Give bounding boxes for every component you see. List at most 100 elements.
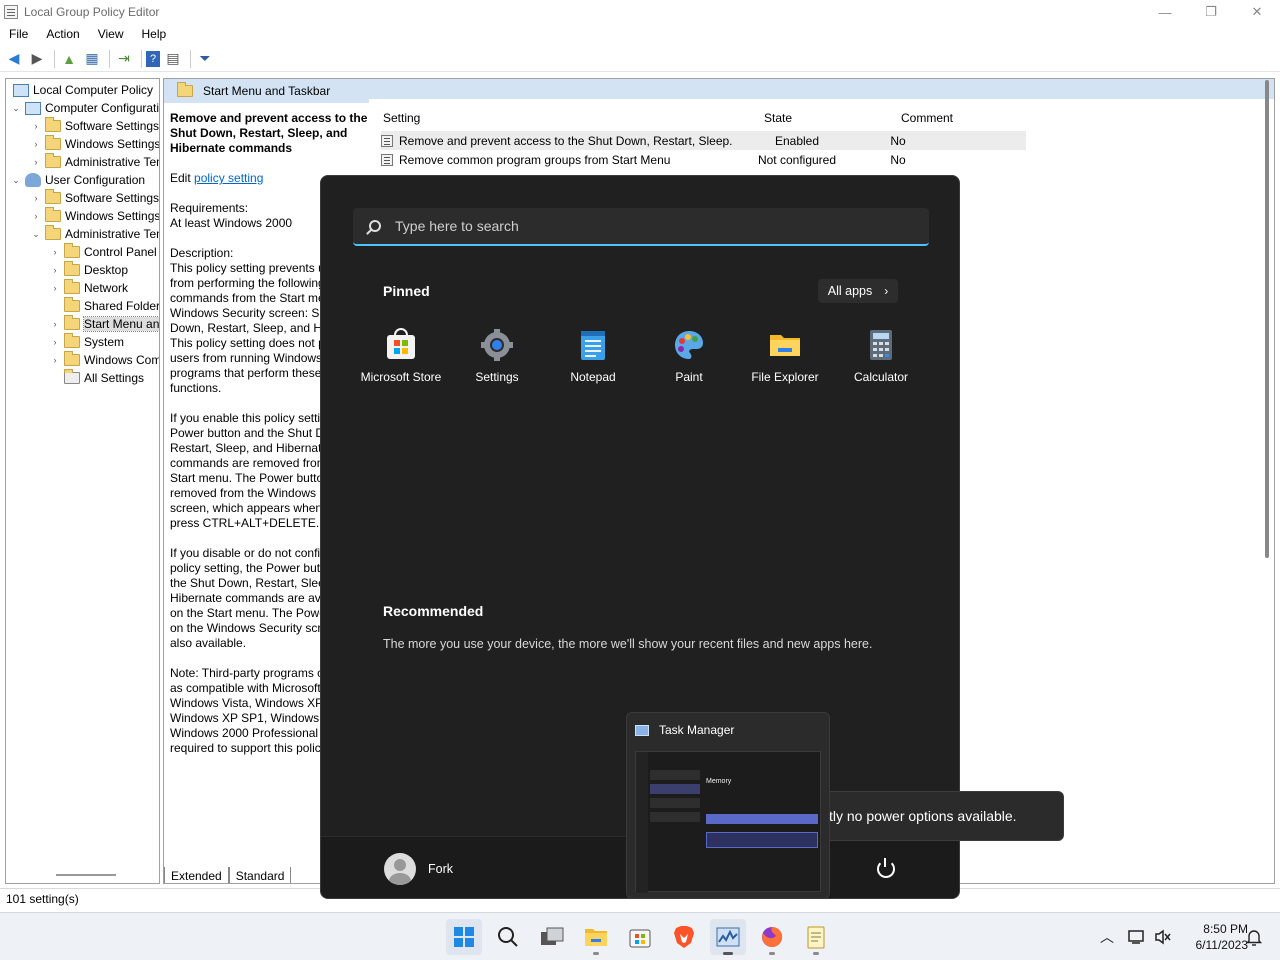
tree-horizontal-scrollbar[interactable]	[56, 874, 116, 876]
tree-item-all-settings[interactable]: All Settings	[49, 369, 144, 387]
policy-setting-icon	[381, 153, 393, 166]
back-arrow-icon[interactable]: ◀	[4, 49, 24, 69]
column-setting[interactable]: Setting	[383, 107, 420, 129]
column-state[interactable]: State	[764, 107, 792, 129]
view-tabs: Extended Standard	[164, 867, 292, 883]
user-avatar[interactable]	[384, 853, 416, 885]
edit-policy-link[interactable]: policy setting	[194, 171, 263, 185]
all-apps-button[interactable]: All apps ›	[818, 279, 898, 303]
pane-header: Start Menu and Taskbar	[164, 79, 369, 103]
tree-item-local-computer-policy[interactable]: Local Computer Policy	[10, 81, 153, 99]
start-search-box[interactable]: Type here to search	[353, 208, 929, 246]
filter-icon[interactable]: ⏷	[195, 49, 215, 69]
task-view-button[interactable]	[534, 919, 570, 955]
up-folder-icon[interactable]: ▲	[59, 49, 79, 69]
menu-file[interactable]: File	[0, 27, 37, 41]
clock-time: 8:50 PM	[1203, 922, 1248, 936]
tree-item-desktop[interactable]: › Desktop	[49, 261, 128, 279]
taskbar-microsoft-store[interactable]	[622, 919, 658, 955]
start-button[interactable]	[446, 919, 482, 955]
taskbar-firefox[interactable]	[754, 919, 790, 955]
taskbar: ︿ 8:50 PM 6/11/2023	[0, 912, 1280, 960]
taskbar-search-button[interactable]	[490, 919, 526, 955]
firefox-icon	[762, 926, 783, 947]
pinned-app-paint[interactable]: Paint	[641, 328, 737, 398]
tab-extended[interactable]: Extended	[164, 867, 229, 883]
folder-icon	[768, 328, 802, 362]
pane-header-band	[369, 79, 1274, 99]
user-name[interactable]: Fork	[428, 862, 453, 876]
taskbar-file-explorer[interactable]	[578, 919, 614, 955]
tree-item-control-panel[interactable]: › Control Panel	[49, 243, 157, 261]
properties-icon[interactable]: ▤	[163, 49, 183, 69]
chevron-right-icon[interactable]: ›	[30, 193, 42, 203]
table-row[interactable]: Remove and prevent access to the Shut Do…	[381, 131, 1026, 150]
chevron-right-icon[interactable]: ›	[49, 247, 61, 257]
details-vertical-scrollbar[interactable]	[1265, 80, 1269, 558]
app-label: Notepad	[570, 370, 616, 384]
table-row[interactable]: Remove common program groups from Start …	[381, 150, 1026, 169]
pinned-app-microsoft-store[interactable]: Microsoft Store	[353, 328, 449, 398]
clock[interactable]: 8:50 PM 6/11/2023	[1178, 921, 1249, 953]
tree-item-user-windows-settings[interactable]: › Windows Settings	[30, 207, 159, 225]
minimize-button[interactable]: —	[1142, 0, 1188, 24]
thumb-memory-bar	[706, 814, 818, 824]
tree-item-network[interactable]: › Network	[49, 279, 128, 297]
close-button[interactable]: ✕	[1234, 0, 1280, 24]
chevron-right-icon[interactable]: ›	[49, 337, 61, 347]
notifications-button[interactable]	[1246, 913, 1262, 960]
help-icon[interactable]: ?	[146, 50, 160, 67]
pinned-app-calculator[interactable]: Calculator	[833, 328, 929, 398]
chevron-down-icon[interactable]: ⌄	[30, 229, 42, 240]
column-comment[interactable]: Comment	[901, 107, 953, 129]
tree-item-start-menu-and-taskbar[interactable]: ›Start Menu and Taskbar	[49, 315, 159, 333]
taskbar-brave[interactable]	[666, 919, 702, 955]
folder-icon	[177, 82, 193, 97]
menu-view[interactable]: View	[89, 27, 133, 41]
menu-help[interactable]: Help	[133, 27, 176, 41]
pinned-app-settings[interactable]: Settings	[449, 328, 545, 398]
chevron-right-icon[interactable]: ›	[30, 139, 42, 149]
forward-arrow-icon[interactable]: ▶	[27, 49, 47, 69]
tree-item-user-software-settings[interactable]: › Software Settings	[30, 189, 159, 207]
speaker-muted-icon	[1155, 929, 1171, 945]
chevron-down-icon[interactable]: ⌄	[10, 103, 22, 114]
tree-item-computer-configuration[interactable]: ⌄ Computer Configuration	[10, 99, 159, 117]
taskbar-task-manager[interactable]	[710, 919, 746, 955]
export-list-icon[interactable]: ⇥	[114, 49, 134, 69]
menu-action[interactable]: Action	[37, 27, 88, 41]
taskbar-notepad[interactable]	[798, 919, 834, 955]
chevron-right-icon[interactable]: ›	[30, 157, 42, 167]
tree-item-windows-components[interactable]: ›Windows Components	[49, 351, 159, 369]
pinned-app-notepad[interactable]: Notepad	[545, 328, 641, 398]
tree-item-system[interactable]: › System	[49, 333, 124, 351]
show-hide-tree-icon[interactable]: ▦	[82, 49, 102, 69]
volume-button[interactable]	[1154, 913, 1172, 960]
maximize-button[interactable]: ❐	[1188, 0, 1234, 24]
chevron-right-icon[interactable]: ›	[49, 265, 61, 275]
power-icon[interactable]	[877, 858, 895, 878]
chevron-right-icon[interactable]: ›	[30, 121, 42, 131]
show-hidden-icons-button[interactable]: ︿	[1100, 913, 1114, 960]
task-manager-thumbnail-preview[interactable]: Task Manager Memory	[626, 712, 830, 899]
chevron-right-icon[interactable]: ›	[49, 283, 61, 293]
tree-item-shared-folders[interactable]: Shared Folders	[49, 297, 159, 315]
tab-standard[interactable]: Standard	[228, 867, 292, 883]
tooltip-text: tly no power options available.	[829, 808, 1017, 824]
tree-item-software-settings[interactable]: › Software Settings	[30, 117, 159, 135]
network-button[interactable]	[1128, 913, 1146, 960]
tree-item-user-configuration[interactable]: ⌄ User Configuration	[10, 171, 145, 189]
tree-item-user-administrative-templates[interactable]: ⌄Administrative Templates	[30, 225, 159, 243]
folder-icon	[64, 297, 80, 312]
pinned-app-file-explorer[interactable]: File Explorer	[737, 328, 833, 398]
search-placeholder: Type here to search	[395, 218, 519, 234]
chevron-right-icon: ›	[884, 284, 889, 298]
chevron-right-icon[interactable]: ›	[49, 355, 61, 365]
thumb-memory-heading: Memory	[706, 778, 732, 785]
chevron-down-icon[interactable]: ⌄	[10, 175, 22, 186]
toolbar-separator	[141, 49, 142, 68]
chevron-right-icon[interactable]: ›	[30, 211, 42, 221]
tree-item-windows-settings[interactable]: › Windows Settings	[30, 135, 159, 153]
chevron-right-icon[interactable]: ›	[49, 319, 61, 329]
tree-item-administrative-templates[interactable]: ›Administrative Templates	[30, 153, 159, 171]
